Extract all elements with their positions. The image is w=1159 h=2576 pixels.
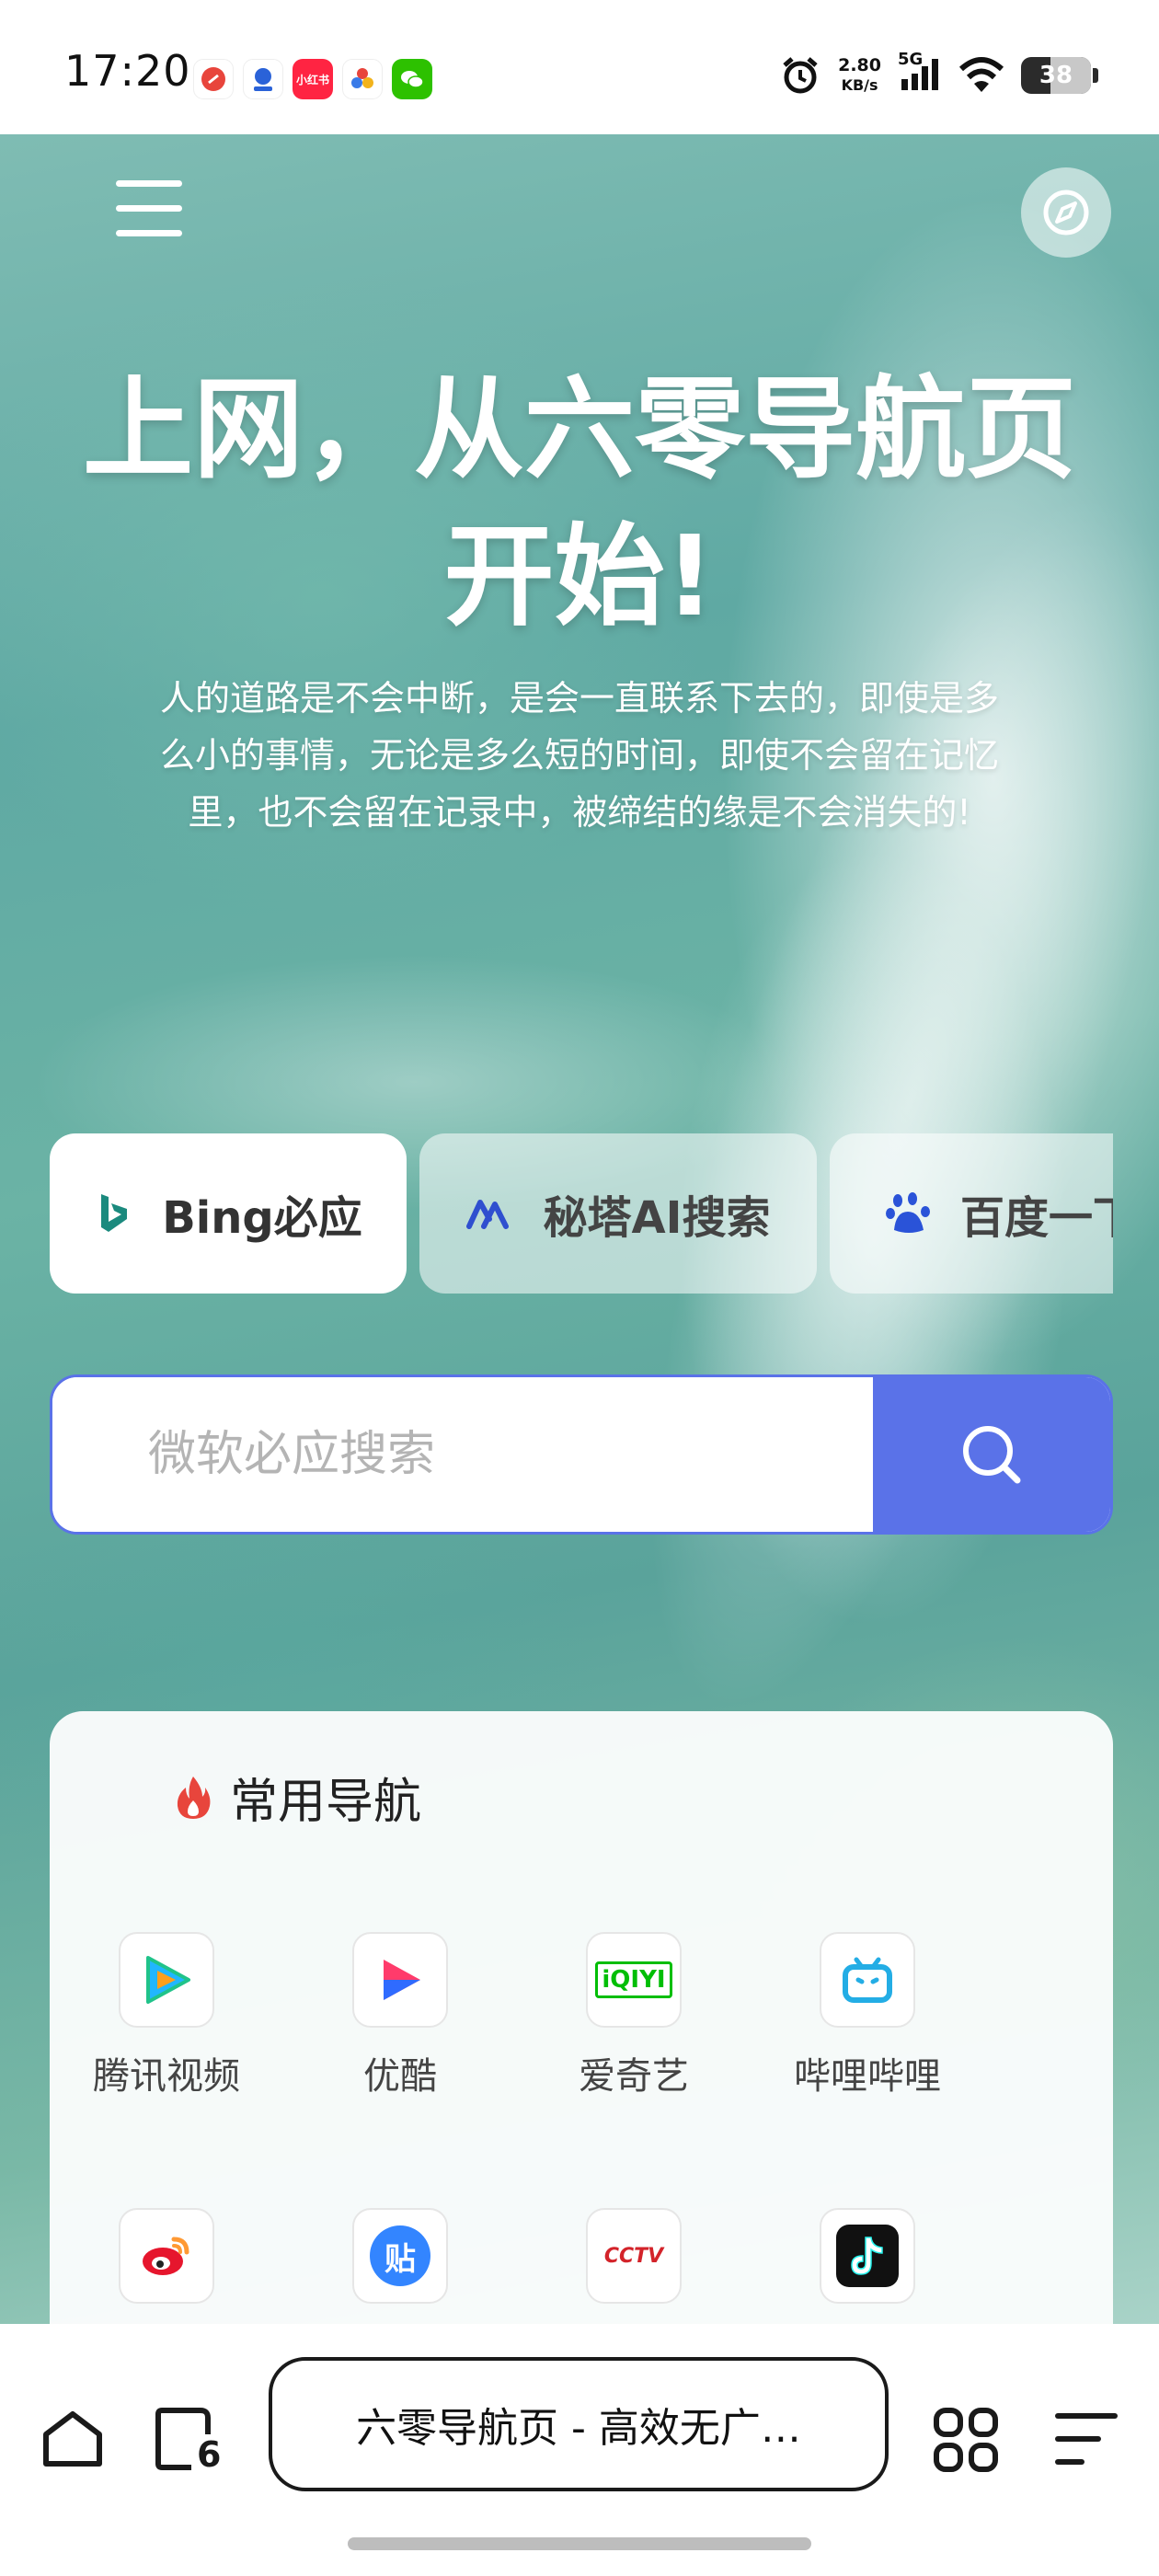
- metaso-icon: [466, 1200, 510, 1229]
- nav-item-tencent-video[interactable]: 腾讯视频: [50, 1932, 283, 2099]
- engine-tab-baidu-label: 百度一下: [960, 1192, 1113, 1244]
- home-icon[interactable]: [40, 2407, 105, 2471]
- map-app-icon: [243, 59, 283, 99]
- iqiyi-icon-text: iQIYI: [595, 1961, 672, 1998]
- hamburger-menu-icon[interactable]: [116, 180, 189, 245]
- engine-tab-metaso-label: 秘塔AI搜索: [543, 1192, 771, 1244]
- wifi-icon: [958, 57, 1004, 92]
- tab-count: 6: [197, 2434, 222, 2475]
- nav-item-label: 优酷: [363, 2055, 437, 2098]
- hero-title-line1: 上网，从六零导航页: [83, 366, 1076, 494]
- engine-tab-bing-label: Bing必应: [162, 1192, 362, 1244]
- notification-icons: 小红书: [193, 59, 432, 99]
- nav-item-iqiyi[interactable]: iQIYI 爱奇艺: [517, 1932, 751, 2099]
- tencent-video-icon: [119, 1932, 214, 2028]
- flame-icon: [177, 1776, 211, 1819]
- nav-item-tieba[interactable]: 贴: [283, 2208, 517, 2322]
- hero-title-line2: 开始!: [443, 513, 716, 641]
- cctv-icon: CCTV: [586, 2208, 682, 2304]
- nav-heading: 常用导航: [175, 1763, 421, 1832]
- search-box: [50, 1374, 1113, 1535]
- weibo-icon: [119, 2208, 214, 2304]
- tieba-icon: 贴: [352, 2208, 448, 2304]
- network-speed-value: 2.80: [838, 55, 881, 75]
- xiaohongshu-icon: 小红书: [293, 59, 333, 99]
- home-indicator[interactable]: [348, 2537, 811, 2550]
- network-speed: 2.80 KB/s: [838, 56, 881, 95]
- nav-item-label: 爱奇艺: [579, 2055, 689, 2098]
- search-icon: [963, 1426, 1021, 1484]
- baidu-paw-icon: [886, 1192, 930, 1233]
- engine-tab-bing[interactable]: Bing必应: [50, 1133, 407, 1294]
- compass-icon[interactable]: [1021, 167, 1111, 258]
- nav-item-bilibili[interactable]: 哔哩哔哩: [751, 1932, 984, 2099]
- address-bar[interactable]: 六零导航页 - 高效无广…: [269, 2357, 889, 2491]
- status-bar: 17:20 小红书 2.80 KB/s 5G 38: [0, 0, 1159, 134]
- hero-subtitle: 人的道路是不会中断，是会一直联系下去的，即使是多么小的事情，无论是多么短的时间，…: [159, 678, 999, 833]
- youku-icon: [352, 1932, 448, 2028]
- signal-label: 5G: [898, 50, 924, 69]
- common-nav-card: 常用导航 腾讯视频 优酷 iQIYI 爱奇艺 哔哩哔哩 贴 CCTV: [50, 1711, 1113, 2410]
- nav-item-label: 腾讯视频: [93, 2055, 240, 2098]
- tieba-icon-text: 贴: [370, 2225, 430, 2286]
- network-speed-unit: KB/s: [841, 76, 878, 94]
- search-input[interactable]: [52, 1377, 873, 1532]
- douyin-icon: [820, 2208, 915, 2304]
- battery-cap: [1093, 68, 1098, 83]
- nav-item-youku[interactable]: 优酷: [283, 1932, 517, 2099]
- bilibili-icon: [820, 1932, 915, 2028]
- nav-heading-text: 常用导航: [230, 1775, 422, 1830]
- battery-icon: 38: [1021, 57, 1091, 94]
- cluster-app-icon: [342, 59, 383, 99]
- search-engine-tabs: Bing必应 秘塔AI搜索 百度一下: [50, 1133, 1113, 1295]
- battery-level: 38: [1039, 62, 1073, 89]
- alarm-icon: [783, 57, 818, 94]
- iqiyi-icon: iQIYI: [586, 1932, 682, 2028]
- nav-item-label: 哔哩哔哩: [794, 2055, 941, 2098]
- bing-icon: [101, 1194, 128, 1232]
- menu-lines-icon[interactable]: [1054, 2407, 1119, 2471]
- clock: 17:20: [64, 46, 191, 96]
- nav-item-douyin[interactable]: [751, 2208, 984, 2322]
- engine-tab-metaso[interactable]: 秘塔AI搜索: [419, 1133, 817, 1294]
- tabs-button[interactable]: 6: [155, 2407, 224, 2475]
- cellular-signal: 5G: [898, 50, 942, 98]
- nav-item-cctv[interactable]: CCTV: [517, 2208, 751, 2322]
- wechat-icon: [392, 59, 432, 99]
- apps-grid-icon[interactable]: [933, 2407, 999, 2473]
- nav-item-weibo[interactable]: [50, 2208, 283, 2322]
- search-button[interactable]: [873, 1377, 1110, 1532]
- hero-title: 上网，从六零导航页 开始!: [37, 357, 1122, 651]
- news-app-icon: [193, 59, 234, 99]
- engine-tab-baidu[interactable]: 百度一下: [830, 1133, 1113, 1294]
- cctv-icon-text: CCTV: [603, 2244, 664, 2268]
- address-bar-title: 六零导航页 - 高效无广…: [356, 2405, 801, 2452]
